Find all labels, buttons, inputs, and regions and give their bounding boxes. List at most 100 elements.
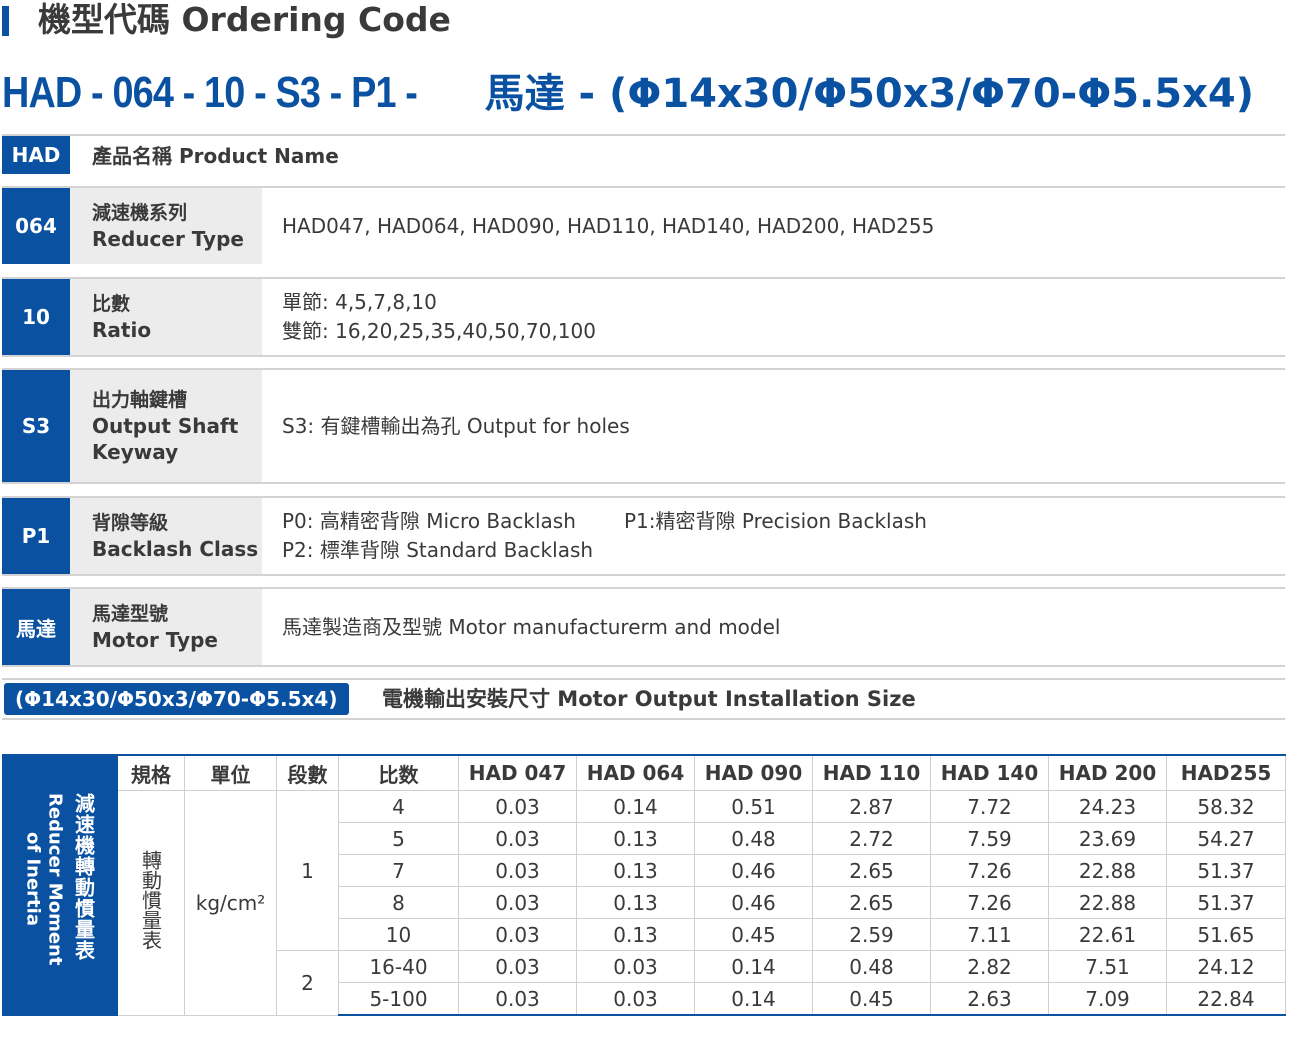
spec-text: 轉動慣量表 (138, 850, 163, 951)
value-text: S3: 有鍵槽輸出為孔 Output for holes (282, 413, 630, 438)
side-label-zh: 減速機轉動慣量表 (71, 792, 96, 961)
tag-10: 10 (2, 279, 70, 355)
inertia-value-cell: 0.13 (576, 854, 695, 887)
label-motor-type: 馬達型號 Motor Type (70, 589, 262, 665)
inertia-value-cell: 51.37 (1166, 886, 1286, 919)
inertia-value-cell: 24.23 (1048, 790, 1167, 823)
ratio-cell: 7 (338, 854, 459, 887)
value-single-stage: 單節: 4,5,7,8,10 (282, 290, 437, 314)
inertia-value-cell: 0.03 (458, 854, 577, 887)
column-header: 單位 (184, 754, 277, 791)
inertia-value-cell: 22.88 (1048, 854, 1167, 887)
side-label-en-1: Reducer Moment (44, 792, 66, 966)
label-en: Motor Type (92, 628, 218, 652)
column-header: HAD 047 (458, 754, 577, 791)
value-double-stage: 雙節: 16,20,25,35,40,50,70,100 (282, 319, 596, 343)
column-header: HAD 090 (694, 754, 813, 791)
ordering-code: HAD - 064 - 10 - S3 - P1 - 馬達 - (Φ14x30/… (2, 64, 1254, 122)
ratio-cell: 16-40 (338, 950, 459, 983)
row-reducer-type: 064 減速機系列 Reducer Type HAD047, HAD064, H… (2, 186, 1285, 264)
column-header: HAD255 (1166, 754, 1286, 791)
column-header: HAD 064 (576, 754, 695, 791)
inertia-value-cell: 7.09 (1048, 982, 1167, 1016)
label-en-1: Output Shaft (92, 414, 239, 438)
value-p0: P0: 高精密背隙 Micro Backlash (282, 509, 576, 533)
label-en: Backlash Class (92, 537, 259, 561)
label-zh: 減速機系列 (92, 202, 188, 224)
value-reducer-type: HAD047, HAD064, HAD090, HAD110, HAD140, … (282, 188, 1285, 264)
ordering-code-part2: 馬達 - (Φ14x30/Φ50x3/Φ70-Φ5.5x4) (484, 71, 1255, 117)
inertia-value-cell: 0.03 (458, 790, 577, 823)
inertia-value-cell: 0.45 (694, 918, 813, 951)
tag-had: HAD (2, 136, 70, 174)
inertia-value-cell: 0.14 (576, 790, 695, 823)
inertia-value-cell: 24.12 (1166, 950, 1286, 983)
page-title: 機型代碼 Ordering Code (38, 0, 451, 39)
table-header-row: 規格 單位 段數 比数 HAD 047 HAD 064 HAD 090 HAD … (2, 754, 1286, 791)
label-en: Reducer Type (92, 227, 244, 251)
row-ratio: 10 比數 Ratio 單節: 4,5,7,8,10 雙節: 16,20,25,… (2, 277, 1285, 357)
stage-text: 1 (301, 858, 314, 883)
inertia-value-cell: 51.65 (1166, 918, 1286, 951)
inertia-value-cell: 7.26 (930, 886, 1049, 919)
label-reducer-type: 減速機系列 Reducer Type (70, 188, 262, 264)
unit-cell: kg/cm² (184, 790, 277, 1016)
inertia-value-cell: 2.65 (812, 886, 931, 919)
section-header: 機型代碼 Ordering Code (0, 0, 900, 40)
inertia-value-cell: 2.87 (812, 790, 931, 823)
label-en-2: Keyway (92, 440, 179, 464)
ratio-cell: 5-100 (338, 982, 459, 1016)
inertia-value-cell: 7.11 (930, 918, 1049, 951)
inertia-value-cell: 51.37 (1166, 854, 1286, 887)
column-header: 比数 (338, 754, 459, 791)
side-label: 減速機轉動慣量表 Reducer Moment of Inertia (2, 790, 118, 1016)
inertia-value-cell: 0.13 (576, 886, 695, 919)
row-product-name: HAD 產品名稱 Product Name (2, 134, 1285, 176)
tag-064: 064 (2, 188, 70, 264)
inertia-value-cell: 7.26 (930, 854, 1049, 887)
ratio-cell: 8 (338, 886, 459, 919)
inertia-value-cell: 2.72 (812, 822, 931, 855)
row-motor-type: 馬達 馬達型號 Motor Type 馬達製造商及型號 Motor manufa… (2, 587, 1285, 667)
inertia-value-cell: 22.84 (1166, 982, 1286, 1016)
inertia-value-cell: 22.88 (1048, 886, 1167, 919)
tag-s3: S3 (2, 370, 70, 482)
label-product-name: 產品名稱 Product Name (70, 136, 470, 176)
inertia-value-cell: 0.03 (458, 982, 577, 1016)
product-name-label: 產品名稱 Product Name (92, 144, 339, 168)
column-header: 段數 (276, 754, 339, 791)
value-p1: P1:精密背隙 Precision Backlash (624, 509, 927, 533)
inertia-value-cell: 0.03 (458, 822, 577, 855)
value-text: 馬達製造商及型號 Motor manufacturerm and model (282, 614, 781, 639)
column-header: HAD 200 (1048, 754, 1167, 791)
label-zh: 比數 (92, 293, 131, 315)
inertia-value-cell: 2.59 (812, 918, 931, 951)
unit-text: kg/cm² (195, 890, 266, 915)
label-output-shaft: 出力軸鍵槽 Output Shaft Keyway (70, 370, 262, 482)
row-install-size: (Φ14x30/Φ50x3/Φ70-Φ5.5x4) 電機輸出安裝尺寸 Motor… (2, 678, 1285, 720)
inertia-value-cell: 0.03 (576, 982, 695, 1016)
header-accent-bar (2, 6, 9, 36)
inertia-value-cell: 0.48 (694, 822, 813, 855)
spec-cell: 轉動慣量表 (117, 790, 185, 1016)
install-size-tag: (Φ14x30/Φ50x3/Φ70-Φ5.5x4) (4, 683, 349, 715)
inertia-value-cell: 2.65 (812, 854, 931, 887)
value-backlash-class: P0: 高精密背隙 Micro Backlash P1:精密背隙 Precisi… (282, 498, 1285, 574)
label-en: Ratio (92, 318, 152, 342)
inertia-value-cell: 0.13 (576, 822, 695, 855)
column-header: 規格 (117, 754, 185, 791)
row-backlash-class: P1 背隙等級 Backlash Class P0: 高精密背隙 Micro B… (2, 496, 1285, 576)
inertia-value-cell: 0.14 (694, 982, 813, 1016)
inertia-value-cell: 0.03 (458, 950, 577, 983)
inertia-value-cell: 0.46 (694, 886, 813, 919)
inertia-value-cell: 7.59 (930, 822, 1049, 855)
value-output-shaft: S3: 有鍵槽輸出為孔 Output for holes (282, 370, 1285, 482)
header-corner (2, 754, 118, 791)
side-label-en-2: of Inertia (22, 831, 44, 926)
inertia-value-cell: 54.27 (1166, 822, 1286, 855)
inertia-value-cell: 2.82 (930, 950, 1049, 983)
ratio-cell: 4 (338, 790, 459, 823)
inertia-value-cell: 22.61 (1048, 918, 1167, 951)
label-zh: 出力軸鍵槽 (92, 389, 188, 411)
label-zh: 背隙等級 (92, 512, 169, 534)
